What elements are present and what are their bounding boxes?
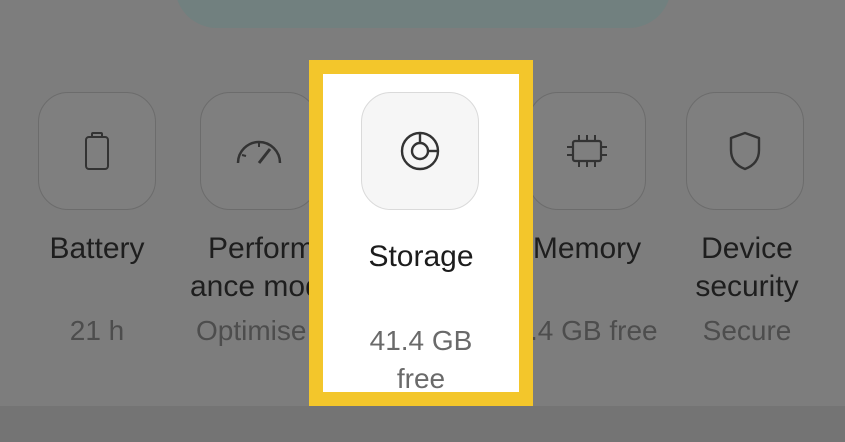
bottom-band (0, 406, 845, 442)
storage-icon (400, 131, 440, 171)
storage-value-line2: free (396, 363, 446, 394)
storage-tile[interactable] (361, 92, 479, 210)
security-label-line2: security (695, 270, 799, 303)
memory-value: .4 GB free (530, 315, 658, 346)
battery-icon (85, 132, 109, 170)
storage-value-line1: 41.4 GB (369, 325, 473, 356)
memory-label: Memory (532, 232, 642, 265)
security-tile[interactable] (686, 92, 804, 210)
battery-tile[interactable] (38, 92, 156, 210)
speedometer-icon (236, 140, 282, 164)
top-card (175, 0, 671, 28)
security-label-line1: Device (701, 232, 793, 265)
battery-label: Battery (49, 232, 145, 265)
storage-label: Storage (368, 240, 474, 273)
performance-tile[interactable] (200, 92, 318, 210)
battery-value: 21 h (69, 315, 125, 346)
storage-highlight[interactable]: Storage 41.4 GB free (309, 60, 533, 406)
memory-chip-icon (567, 135, 607, 167)
memory-tile[interactable] (528, 92, 646, 210)
security-value: Secure (702, 315, 792, 346)
shield-icon (729, 131, 761, 171)
